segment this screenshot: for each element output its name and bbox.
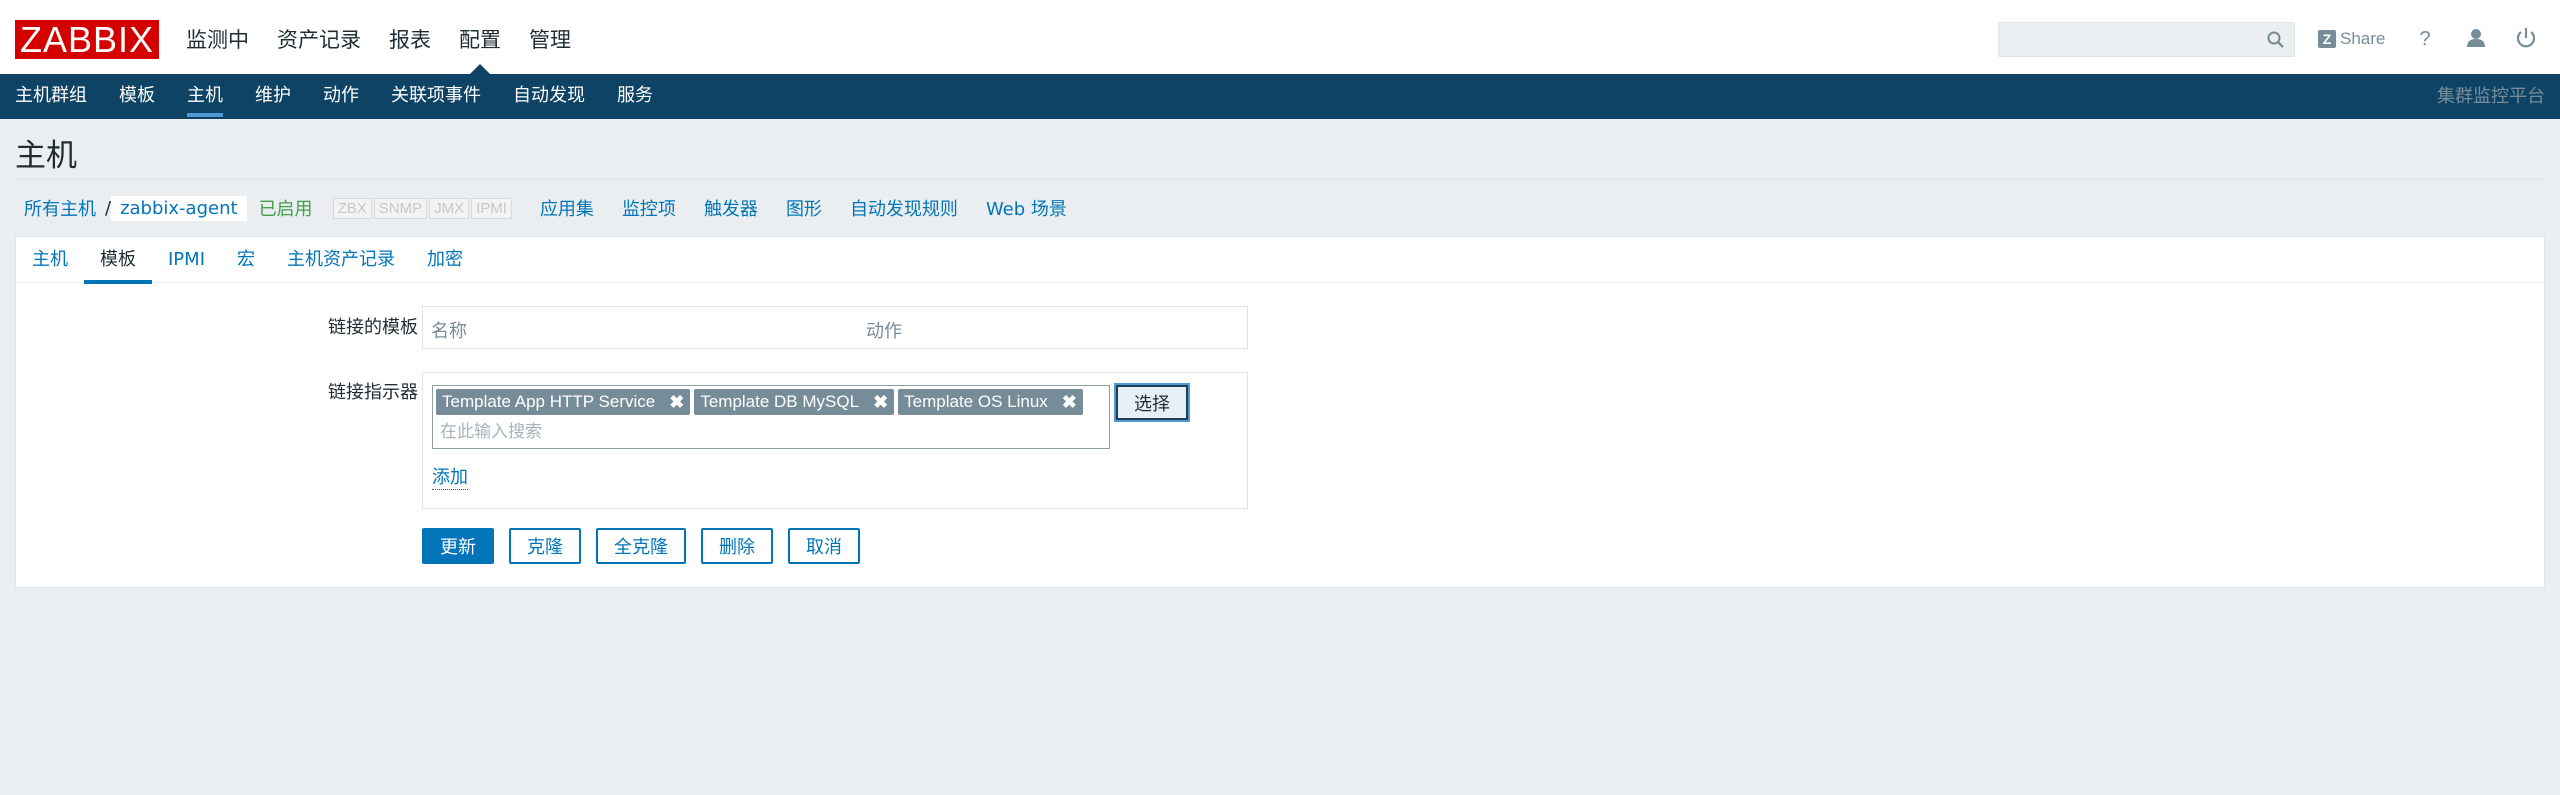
subnav-correlation[interactable]: 关联项事件: [375, 74, 497, 119]
breadcrumb-all-hosts[interactable]: 所有主机: [15, 195, 105, 221]
cancel-button[interactable]: 取消: [788, 528, 860, 564]
link-graphs[interactable]: 图形: [772, 195, 836, 221]
link-discovery-rules[interactable]: 自动发现规则: [836, 195, 972, 221]
link-items[interactable]: 监控项: [608, 195, 690, 221]
availability-ipmi: IPMI: [471, 197, 512, 219]
zabbix-logo[interactable]: ZABBIX: [15, 20, 159, 59]
template-chip: Template OS Linux ✖: [898, 389, 1083, 415]
link-indicator-label: 链接指示器: [328, 382, 418, 403]
subnav-discovery[interactable]: 自动发现: [497, 74, 601, 119]
availability-snmp: SNMP: [373, 197, 428, 219]
server-name: 集群监控平台: [2437, 86, 2545, 107]
tab-templates[interactable]: 模板: [84, 237, 152, 284]
top-header: ZABBIX 监测中 资产记录 报表 配置 管理 Z Share ?: [0, 0, 2560, 74]
share-label: Share: [2340, 29, 2386, 48]
remove-chip-icon[interactable]: ✖: [669, 389, 684, 415]
availability-zbx: ZBX: [332, 197, 372, 219]
power-icon[interactable]: [2513, 25, 2539, 51]
search-icon[interactable]: [2266, 30, 2286, 50]
breadcrumb: 所有主机 / zabbix-agent 已启用 ZBX SNMP JMX IPM…: [15, 192, 1081, 224]
help-icon[interactable]: ?: [2412, 25, 2438, 51]
subnav-templates[interactable]: 模板: [103, 74, 171, 119]
link-new-templates: Template App HTTP Service ✖ Template DB …: [422, 372, 1248, 509]
subnav-hosts[interactable]: 主机: [171, 74, 239, 119]
chip-label: Template DB MySQL: [700, 392, 860, 411]
sub-nav: 主机群组 模板 主机 维护 动作 关联项事件 自动发现 服务 集群监控平台: [0, 74, 2560, 119]
global-search: [1998, 22, 2295, 57]
remove-chip-icon[interactable]: ✖: [1062, 389, 1077, 415]
template-chip: Template App HTTP Service ✖: [436, 389, 691, 415]
search-input[interactable]: [1999, 23, 2254, 56]
remove-chip-icon[interactable]: ✖: [873, 389, 888, 415]
availability-badges: ZBX SNMP JMX IPMI: [332, 197, 514, 219]
form-buttons: 更新 克隆 全克隆 删除 取消: [422, 528, 875, 564]
tab-inventory[interactable]: 主机资产记录: [271, 237, 411, 283]
main-nav-reports[interactable]: 报表: [375, 0, 445, 74]
subnav-actions[interactable]: 动作: [307, 74, 375, 119]
subnav-maintenance[interactable]: 维护: [239, 74, 307, 119]
main-nav-inventory[interactable]: 资产记录: [263, 0, 375, 74]
column-name-header: 名称: [431, 321, 467, 342]
host-links: 应用集 监控项 触发器 图形 自动发现规则 Web 场景: [526, 195, 1081, 221]
chip-label: Template OS Linux: [904, 392, 1048, 411]
tab-encryption[interactable]: 加密: [411, 237, 479, 283]
user-icon[interactable]: [2463, 25, 2489, 51]
delete-button[interactable]: 删除: [701, 528, 773, 564]
template-search-input[interactable]: [437, 419, 1097, 445]
form-tabs: 主机 模板 IPMI 宏 主机资产记录 加密: [16, 237, 2544, 284]
host-form-panel: 主机 模板 IPMI 宏 主机资产记录 加密 链接的模板 名称 动作 链接指示器…: [15, 236, 2545, 588]
add-link[interactable]: 添加: [432, 467, 468, 490]
share-button[interactable]: Z Share: [2318, 26, 2385, 52]
main-nav-administration[interactable]: 管理: [515, 0, 585, 74]
column-action-header: 动作: [866, 321, 902, 342]
main-nav-configuration[interactable]: 配置: [445, 0, 515, 74]
link-triggers[interactable]: 触发器: [690, 195, 772, 221]
selected-templates: Template App HTTP Service ✖ Template DB …: [436, 389, 1087, 415]
link-web-scenarios[interactable]: Web 场景: [972, 195, 1081, 221]
subnav-host-groups[interactable]: 主机群组: [0, 74, 103, 119]
linked-templates-table: 名称 动作: [422, 306, 1248, 349]
full-clone-button[interactable]: 全克隆: [596, 528, 686, 564]
link-applications[interactable]: 应用集: [526, 195, 608, 221]
update-button[interactable]: 更新: [422, 528, 494, 564]
host-status-enabled[interactable]: 已启用: [259, 195, 313, 221]
template-chip: Template DB MySQL ✖: [694, 389, 895, 415]
tab-ipmi[interactable]: IPMI: [152, 237, 221, 283]
tab-macros[interactable]: 宏: [221, 237, 271, 283]
breadcrumb-host[interactable]: zabbix-agent: [111, 195, 247, 221]
page-title: 主机: [15, 138, 77, 174]
tab-host[interactable]: 主机: [16, 237, 84, 283]
title-divider: [15, 179, 2545, 180]
subnav-services[interactable]: 服务: [601, 74, 669, 119]
main-nav: 监测中 资产记录 报表 配置 管理: [172, 0, 585, 74]
linked-templates-label: 链接的模板: [328, 317, 418, 338]
zabbix-share-icon: Z: [2318, 30, 2336, 48]
select-button[interactable]: 选择: [1116, 385, 1188, 420]
template-multiselect[interactable]: Template App HTTP Service ✖ Template DB …: [432, 385, 1110, 449]
chip-label: Template App HTTP Service: [442, 392, 656, 411]
availability-jmx: JMX: [429, 197, 470, 219]
svg-text:?: ?: [2419, 28, 2430, 50]
main-nav-monitoring[interactable]: 监测中: [172, 0, 263, 74]
clone-button[interactable]: 克隆: [509, 528, 581, 564]
